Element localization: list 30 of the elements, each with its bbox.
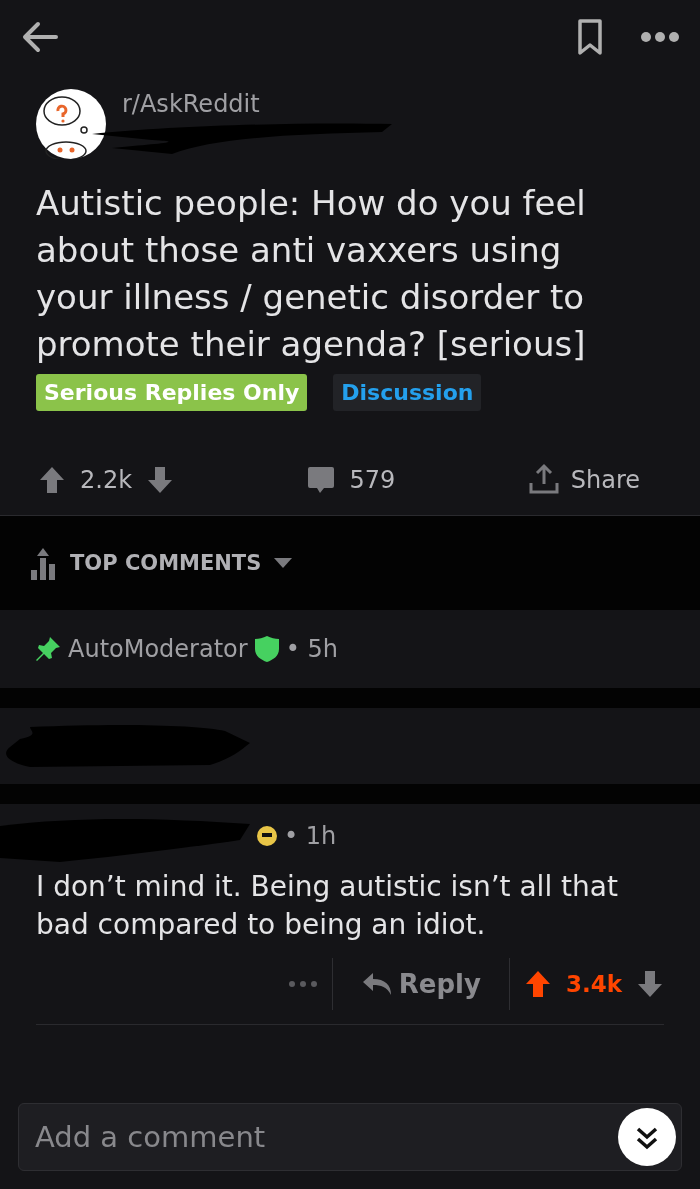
sort-icon <box>30 546 58 580</box>
upvote-icon[interactable] <box>523 969 552 999</box>
more-icon[interactable] <box>640 31 680 43</box>
post-title: Autistic people: How do you feel about those anti vaxxers using your illness / genetic disorder to promote their agenda? [serious] <box>35 182 587 366</box>
subreddit-name[interactable]: r/AskReddit <box>122 90 392 118</box>
caret-icon <box>273 557 294 569</box>
comment-icon[interactable] <box>305 465 336 495</box>
subreddit-avatar-icon[interactable] <box>36 89 106 159</box>
sort-dropdown[interactable]: TOP COMMENTS <box>30 546 294 580</box>
bookmark-icon[interactable] <box>576 18 604 56</box>
comment-count: 579 <box>349 466 396 494</box>
moderator-shield-icon <box>253 635 280 663</box>
upvote-icon[interactable] <box>38 465 66 495</box>
reply-button[interactable]: Reply <box>346 969 495 999</box>
vote-count: 2.2k <box>80 466 133 494</box>
flair-tag: Serious Replies Only <box>36 374 308 411</box>
pin-icon <box>34 635 62 663</box>
downvote-icon[interactable] <box>146 465 175 495</box>
vote-count: 3.4k <box>565 971 622 997</box>
comment-input-field[interactable]: Add a comment <box>18 1103 682 1171</box>
back-icon[interactable] <box>20 19 60 55</box>
comment-body: I don’t mind it. Being autistic isn’t all that bad compared to being an idiot. <box>36 869 619 943</box>
flair-tag: Discussion <box>333 374 482 411</box>
comment-time: • 1h <box>284 822 337 850</box>
share-button[interactable]: Share <box>526 463 640 497</box>
comment-author[interactable]: AutoModerator <box>68 635 248 663</box>
award-icon <box>256 825 278 847</box>
downvote-icon[interactable] <box>636 969 664 999</box>
comment-time: • 5h <box>285 635 338 663</box>
scroll-down-icon[interactable] <box>618 1108 676 1166</box>
